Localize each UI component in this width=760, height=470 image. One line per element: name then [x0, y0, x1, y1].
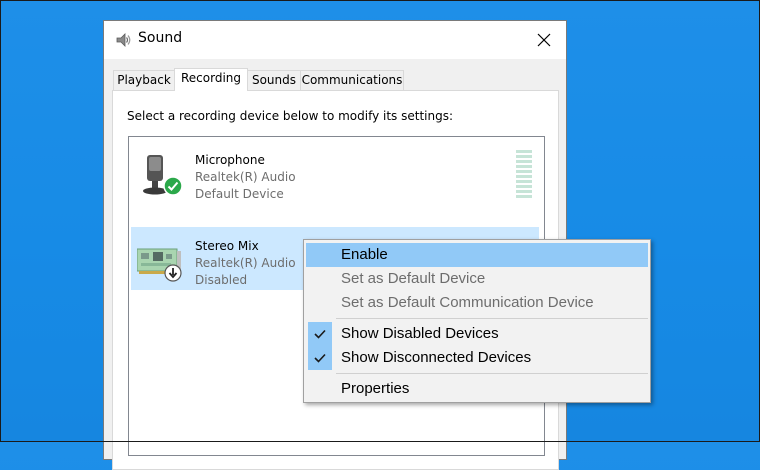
menu-item-set-default-communication-device[interactable]: Set as Default Communication Device: [306, 291, 648, 315]
menu-item-show-disabled-devices[interactable]: Show Disabled Devices: [306, 322, 648, 346]
menu-item-label: Properties: [341, 380, 410, 397]
device-driver: Realtek(R) Audio: [195, 170, 296, 184]
close-icon: [537, 33, 551, 47]
tab-label: Communications: [301, 73, 403, 87]
device-name: Microphone: [195, 153, 265, 167]
device-context-menu: Enable Set as Default Device Set as Defa…: [303, 239, 651, 403]
default-check-badge: [163, 176, 183, 200]
device-status: Default Device: [195, 187, 284, 201]
menu-item-enable[interactable]: Enable: [306, 243, 648, 267]
close-button[interactable]: [522, 21, 566, 59]
instruction-text: Select a recording device below to modif…: [127, 109, 454, 123]
menu-item-label: Set as Default Communication Device: [341, 294, 594, 311]
device-driver: Realtek(R) Audio: [195, 256, 296, 270]
tab-recording[interactable]: Recording: [174, 68, 248, 91]
title-bar[interactable]: Sound: [104, 21, 566, 59]
tab-label: Sounds: [251, 73, 297, 87]
menu-separator: [336, 318, 648, 319]
menu-separator: [336, 373, 648, 374]
menu-item-show-disconnected-devices[interactable]: Show Disconnected Devices: [306, 346, 648, 370]
window-title: Sound: [138, 30, 183, 46]
disabled-arrow-badge: [164, 264, 182, 286]
level-meter: [516, 150, 532, 200]
menu-item-label: Enable: [341, 246, 388, 263]
checkmark-icon: [308, 346, 332, 370]
tab-sounds[interactable]: Sounds: [247, 70, 301, 90]
menu-item-label: Set as Default Device: [341, 270, 486, 287]
tab-playback[interactable]: Playback: [113, 70, 175, 90]
tab-label: Recording: [180, 71, 242, 85]
menu-item-set-default-device[interactable]: Set as Default Device: [306, 267, 648, 291]
list-item-microphone[interactable]: Microphone Realtek(R) Audio Default Devi…: [131, 141, 539, 204]
menu-item-properties[interactable]: Properties: [306, 377, 648, 401]
device-status: Disabled: [195, 273, 248, 287]
tab-communications[interactable]: Communications: [300, 70, 404, 90]
device-name: Stereo Mix: [195, 239, 259, 253]
menu-item-label: Show Disabled Devices: [341, 325, 499, 342]
speaker-icon: [114, 31, 132, 49]
checkmark-icon: [308, 322, 332, 346]
tab-label: Playback: [117, 73, 171, 87]
menu-item-label: Show Disconnected Devices: [341, 349, 532, 366]
